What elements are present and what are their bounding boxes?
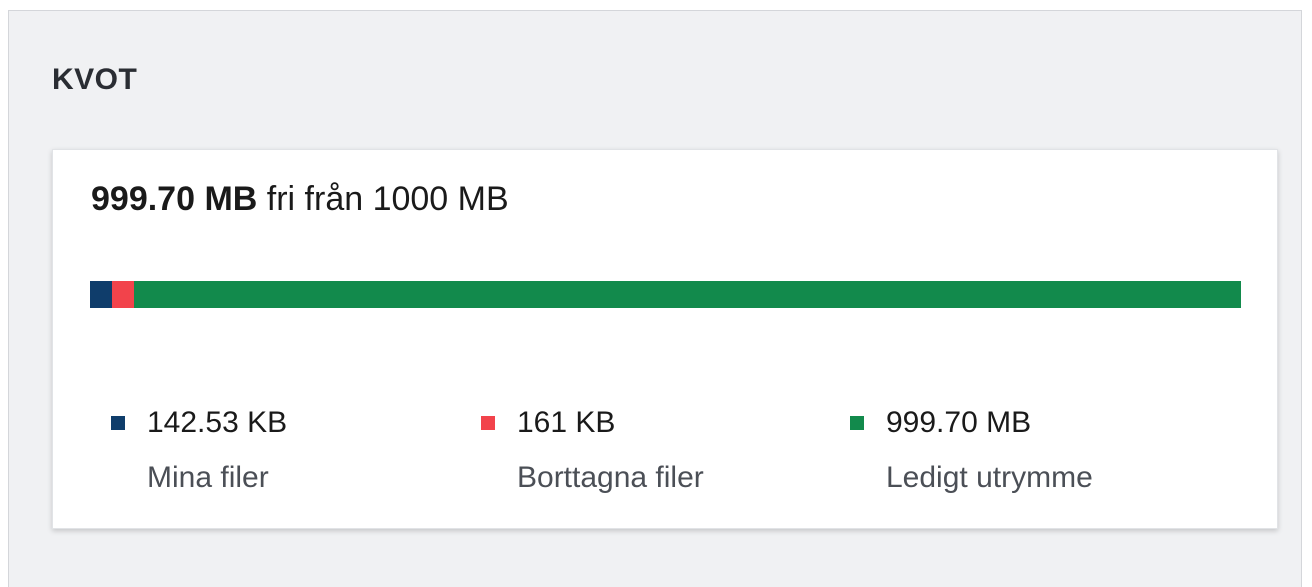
legend-swatch-free-space xyxy=(850,416,864,430)
legend-label-my-files: Mina filer xyxy=(147,461,269,494)
legend-swatch-deleted-files xyxy=(481,416,495,430)
section-title: KVOT xyxy=(52,63,138,96)
legend-label-deleted-files: Borttagna filer xyxy=(517,461,704,494)
free-amount: 999.70 MB xyxy=(91,180,258,218)
legend-value-my-files: 142.53 KB xyxy=(147,406,288,439)
quota-summary: 999.70 MB fri från 1000 MB xyxy=(91,180,509,219)
legend-label-free-space: Ledigt utrymme xyxy=(886,461,1093,494)
legend-value-free-space: 999.70 MB xyxy=(886,406,1032,439)
quota-usage-bar xyxy=(90,281,1241,308)
quota-panel: KVOT 999.70 MB fri från 1000 MB 142.53 K… xyxy=(8,10,1302,587)
quota-card: 999.70 MB fri från 1000 MB 142.53 KB Min… xyxy=(52,149,1278,529)
quota-legend: 142.53 KB Mina filer 161 KB Borttagna fi… xyxy=(111,403,1211,513)
legend-item-deleted-files: 161 KB Borttagna filer xyxy=(481,403,704,495)
bar-segment-my-files xyxy=(90,281,113,308)
legend-item-my-files: 142.53 KB Mina filer xyxy=(111,403,287,495)
legend-swatch-my-files xyxy=(111,416,125,430)
legend-value-deleted-files: 161 KB xyxy=(517,406,616,439)
bar-segment-free-space xyxy=(133,281,1241,308)
free-text: fri från 1000 MB xyxy=(266,180,509,218)
legend-item-free-space: 999.70 MB Ledigt utrymme xyxy=(850,403,1093,495)
bar-segment-deleted-files xyxy=(112,281,134,308)
